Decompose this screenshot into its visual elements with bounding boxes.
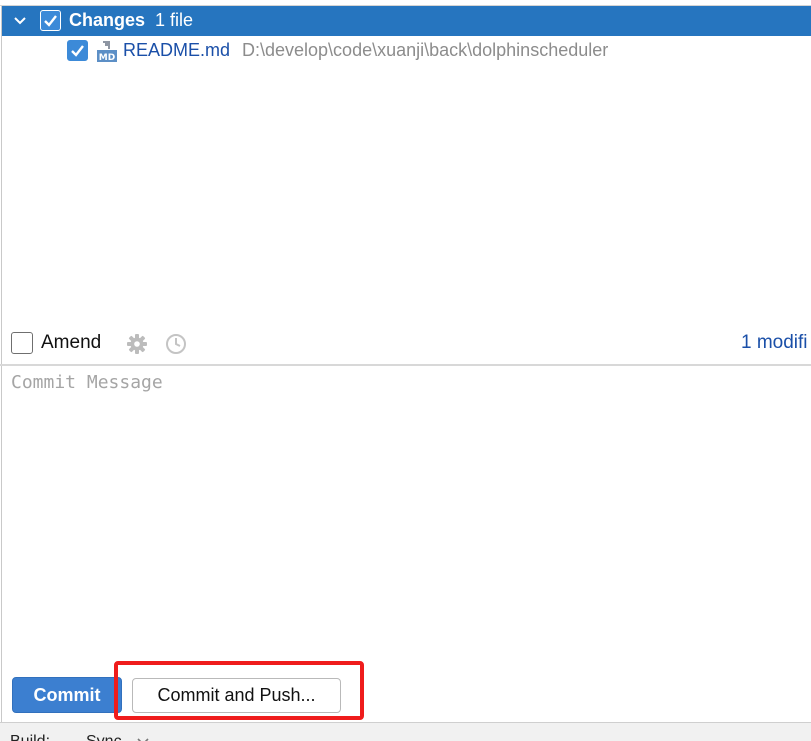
build-tab[interactable]: Build: — [10, 733, 50, 741]
changes-group-title: Changes — [69, 10, 146, 30]
changes-group-count: 1 file — [155, 10, 194, 30]
commit-options-row: Amend 1 modifi — [1, 322, 811, 364]
changes-group-row[interactable]: Changes 1 file — [2, 6, 811, 36]
file-checkbox[interactable] — [67, 40, 88, 61]
markdown-badge: MD — [99, 53, 115, 63]
sync-tab[interactable]: Sync — [86, 733, 122, 741]
changes-group-checkbox[interactable] — [40, 10, 61, 31]
chevron-down-icon[interactable] — [137, 737, 149, 741]
amend-checkbox[interactable] — [11, 332, 33, 354]
checkmark-icon — [71, 45, 84, 57]
commit-button[interactable]: Commit — [12, 677, 122, 713]
file-path: D:\develop\code\xuanji\back\dolphinsched… — [242, 40, 609, 60]
commit-and-push-button[interactable]: Commit and Push... — [132, 678, 341, 713]
chevron-down-icon[interactable] — [13, 14, 27, 28]
clock-icon[interactable] — [165, 333, 187, 355]
amend-label[interactable]: Amend — [41, 332, 101, 354]
commit-actions-bar: Commit Commit and Push... — [1, 656, 811, 722]
commit-message-input[interactable] — [2, 366, 811, 656]
modified-files-summary[interactable]: 1 modifi — [741, 332, 808, 354]
file-row[interactable]: MD README.md D:\develop\code\xuanji\back… — [2, 36, 811, 64]
checkmark-icon — [44, 15, 57, 27]
bottom-tool-bar: Build: Sync — [0, 722, 811, 741]
gear-icon[interactable] — [126, 333, 148, 355]
file-name[interactable]: README.md — [123, 40, 230, 61]
markdown-file-icon: MD — [97, 41, 117, 63]
commit-message-area — [1, 366, 811, 656]
changes-tree: Changes 1 file MD README.md D:\develop\c… — [1, 6, 811, 322]
